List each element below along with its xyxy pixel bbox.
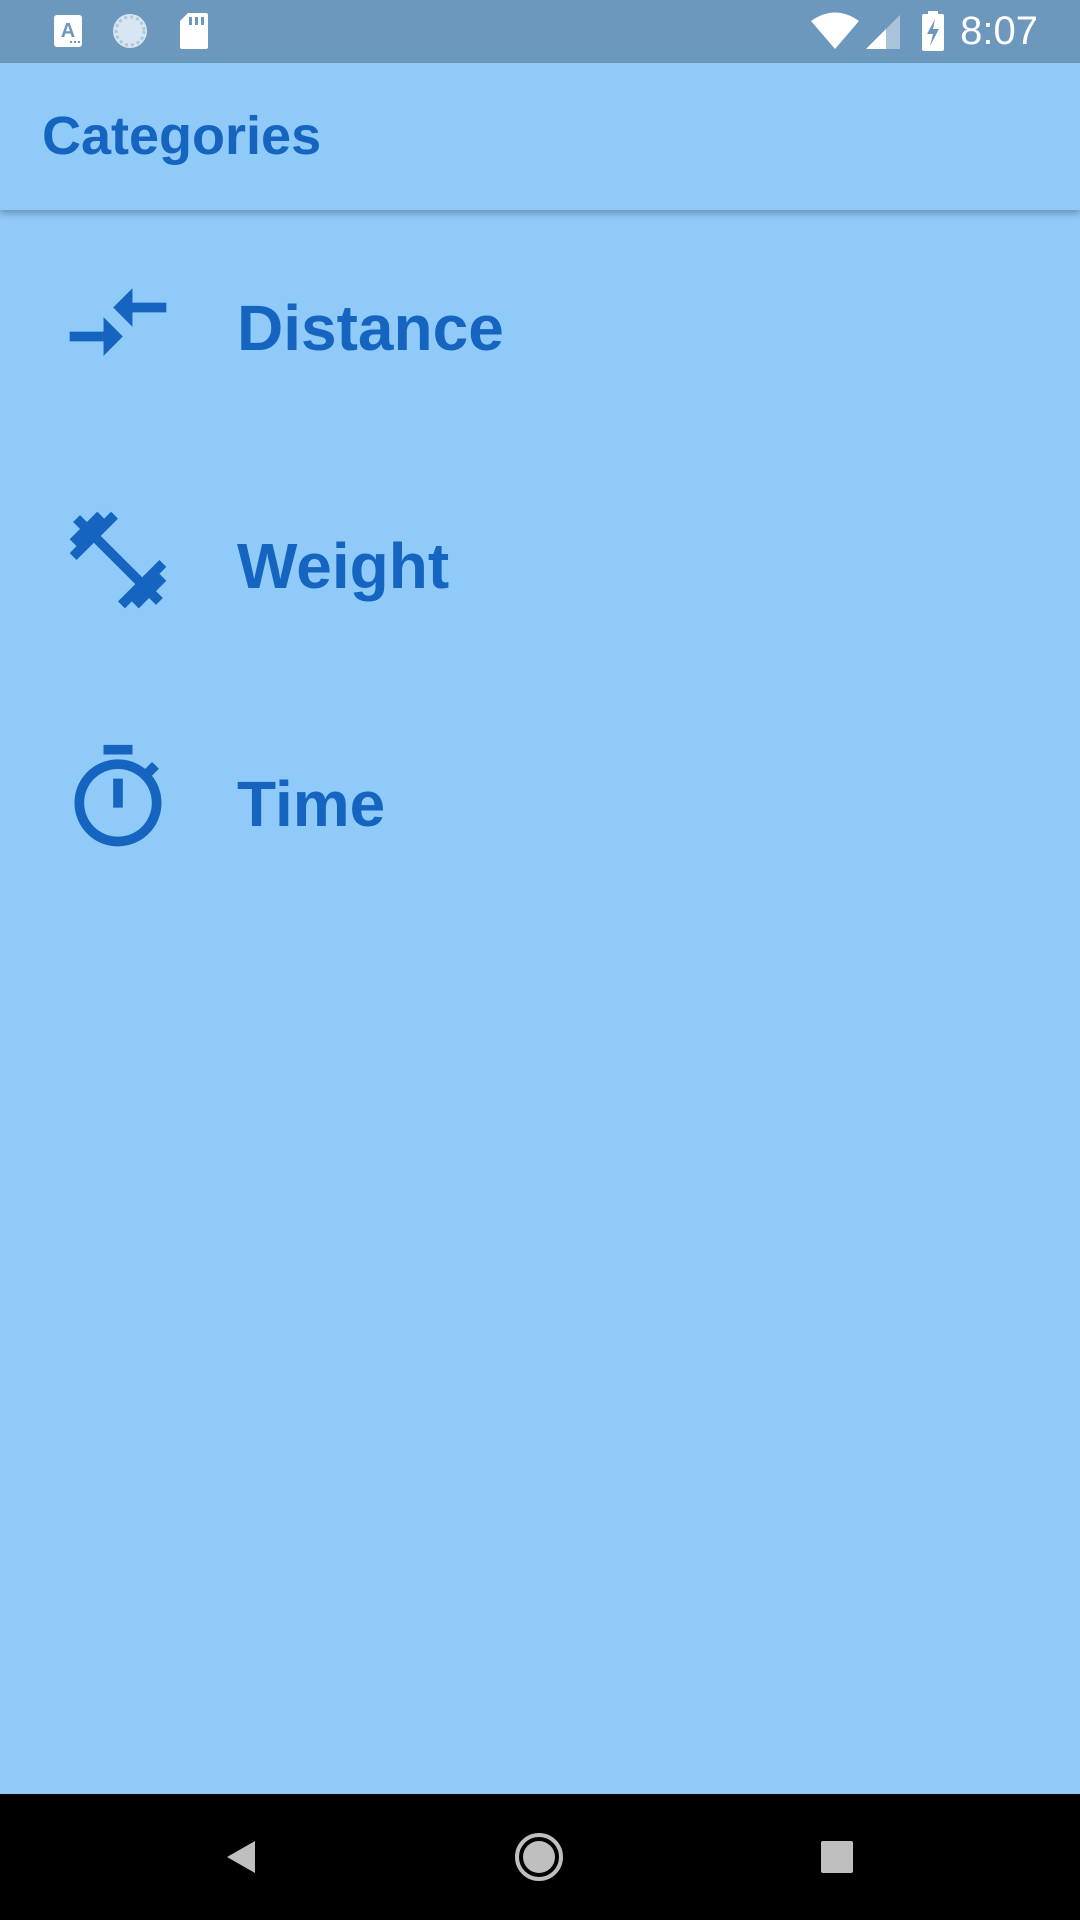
home-icon[interactable] — [506, 1824, 572, 1890]
navigation-bar — [0, 1794, 1080, 1920]
category-label: Weight — [237, 530, 450, 602]
sync-circle-icon — [110, 11, 150, 56]
status-bar: A 8:07 — [0, 0, 1080, 63]
category-label: Distance — [237, 292, 504, 364]
back-icon[interactable] — [208, 1824, 274, 1890]
category-item-time[interactable]: Time — [0, 682, 1080, 918]
wifi-icon — [810, 12, 860, 55]
category-item-distance[interactable]: Distance — [0, 210, 1080, 446]
page-title: Categories — [42, 106, 322, 166]
text-a-notification-icon: A — [52, 11, 86, 56]
category-label: Time — [237, 768, 386, 840]
category-item-weight[interactable]: Weight — [0, 446, 1080, 682]
category-list: Distance Weight Time — [0, 210, 1080, 918]
sd-card-icon — [178, 11, 210, 56]
cell-signal-icon — [864, 13, 902, 56]
timer-icon — [60, 740, 176, 856]
recents-icon[interactable] — [804, 1824, 870, 1890]
app-bar: Categories — [0, 63, 1080, 210]
fitness-center-icon — [60, 502, 176, 618]
battery-charging-icon — [920, 10, 946, 57]
compare-arrows-icon — [60, 264, 176, 380]
svg-text:A: A — [61, 20, 75, 42]
status-time: 8:07 — [960, 9, 1038, 53]
